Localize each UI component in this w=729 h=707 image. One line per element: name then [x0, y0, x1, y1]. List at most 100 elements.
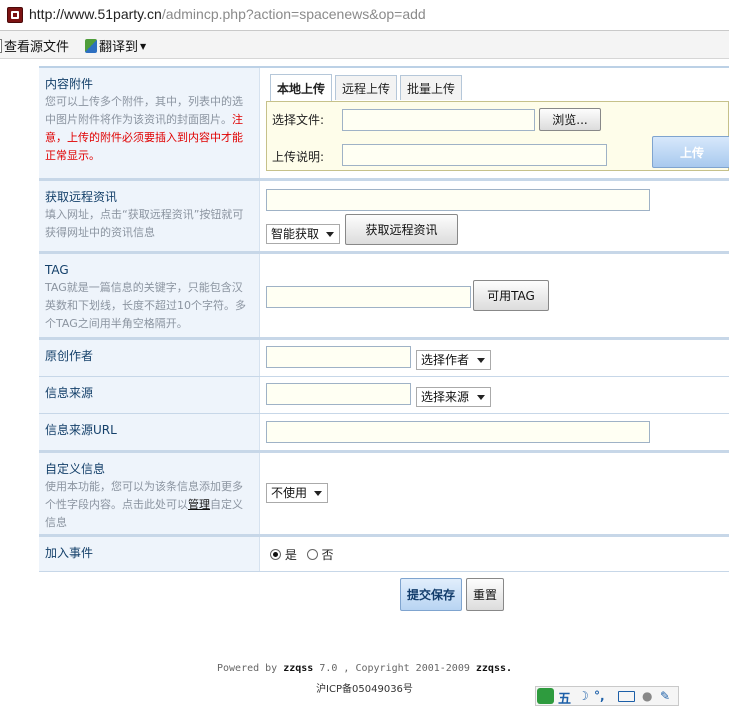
- input-mode-indicator[interactable]: 五: [558, 688, 571, 707]
- source-select-value: 选择来源: [421, 390, 470, 404]
- upload-desc-input[interactable]: [342, 144, 607, 166]
- source-url-row: 信息来源URL: [39, 414, 729, 453]
- chevron-down-icon: [326, 232, 334, 237]
- upload-panel: 选择文件: 浏览... 上传说明: 上传: [266, 101, 729, 171]
- event-value-cell: 是 否: [260, 537, 729, 571]
- document-icon: [0, 39, 2, 53]
- author-input[interactable]: [266, 346, 411, 368]
- brand-name: zzqss: [283, 663, 314, 674]
- chevron-down-icon: [314, 491, 322, 496]
- url-host: http://www.51party.cn: [29, 6, 162, 22]
- author-value-cell: 选择作者: [260, 340, 729, 376]
- remote-url-input[interactable]: [266, 189, 650, 211]
- address-bar[interactable]: http://www.51party.cn/admincp.php?action…: [0, 0, 729, 31]
- author-select-value: 选择作者: [421, 353, 470, 367]
- copyright-text: 7.0 , Copyright 2001-2009: [313, 663, 476, 674]
- source-row: 信息来源 选择来源: [39, 377, 729, 414]
- upload-desc-label: 上传说明:: [272, 150, 325, 164]
- source-select[interactable]: 选择来源: [416, 387, 491, 407]
- fetch-remote-button[interactable]: 获取远程资讯: [345, 214, 458, 245]
- site-favicon-icon: [7, 7, 23, 23]
- author-select[interactable]: 选择作者: [416, 350, 491, 370]
- source-url-input[interactable]: [266, 421, 650, 443]
- custom-info-title: 自定义信息: [45, 462, 106, 476]
- brand-name-2: zzqss.: [475, 663, 513, 674]
- available-tags-button[interactable]: 可用TAG: [473, 280, 549, 311]
- custom-info-value-cell: 不使用: [260, 453, 729, 534]
- custom-info-select[interactable]: 不使用: [266, 483, 328, 503]
- chevron-down-icon: [477, 395, 485, 400]
- attachment-title: 内容附件: [45, 77, 94, 91]
- wrench-icon[interactable]: ✎: [660, 689, 670, 703]
- source-url-value-cell: [260, 414, 729, 450]
- moon-icon[interactable]: ☽: [578, 689, 589, 703]
- punctuation-icon[interactable]: °,: [594, 689, 605, 703]
- remote-fetch-label-cell: 获取远程资讯 填入网址，点击“获取远程资讯”按钮就可获得网址中的资讯信息: [39, 181, 260, 251]
- custom-info-select-value: 不使用: [271, 486, 308, 500]
- author-title: 原创作者: [45, 349, 94, 363]
- url-field[interactable]: http://www.51party.cn/admincp.php?action…: [29, 6, 426, 22]
- author-row: 原创作者 选择作者: [39, 340, 729, 377]
- translate-button[interactable]: 翻译到 ▼: [85, 36, 146, 55]
- tag-value-cell: 可用TAG: [260, 254, 729, 337]
- remote-fetch-title: 获取远程资讯: [45, 190, 118, 204]
- custom-info-label-cell: 自定义信息 使用本功能，您可以为该条信息添加更多个性字段内容。点击此处可以管理自…: [39, 453, 260, 534]
- custom-info-help: 使用本功能，您可以为该条信息添加更多个性字段内容。点击此处可以管理自定义信息: [45, 478, 253, 532]
- powered-by-text: Powered by zzqss 7.0 , Copyright 2001-20…: [0, 663, 729, 674]
- ime-toolbar[interactable]: 五 ☽ °, ● ✎: [535, 686, 679, 707]
- source-value-cell: 选择来源: [260, 377, 729, 413]
- event-label-cell: 加入事件: [39, 537, 260, 571]
- event-yes-label: 是: [284, 548, 297, 562]
- reset-button[interactable]: 重置: [466, 578, 504, 611]
- attachment-help: 您可以上传多个附件，其中，列表中的选中图片附件将作为该资讯的封面图片。注意，上传…: [45, 93, 253, 165]
- view-source-label: 查看源文件: [4, 40, 70, 55]
- event-no-radio[interactable]: [306, 549, 318, 560]
- chevron-down-icon: ▼: [140, 42, 147, 51]
- source-input[interactable]: [266, 383, 411, 405]
- translate-label: 翻译到: [99, 40, 139, 55]
- user-icon[interactable]: ●: [642, 689, 652, 703]
- event-yes-radio[interactable]: [270, 549, 281, 560]
- submit-save-button[interactable]: 提交保存: [400, 578, 462, 611]
- source-label-cell: 信息来源: [39, 377, 260, 413]
- keyboard-icon[interactable]: [618, 691, 635, 702]
- remote-fetch-row: 获取远程资讯 填入网址，点击“获取远程资讯”按钮就可获得网址中的资讯信息 智能获…: [39, 181, 729, 254]
- sogou-logo-icon: [537, 688, 554, 704]
- fetch-mode-value: 智能获取: [271, 227, 320, 241]
- tag-input[interactable]: [266, 286, 471, 308]
- remote-fetch-value-cell: 智能获取 获取远程资讯: [260, 181, 729, 251]
- view-source-button[interactable]: 查看源文件: [0, 36, 69, 55]
- manage-custom-info-link[interactable]: 管理: [188, 498, 210, 511]
- news-form: 内容附件 您可以上传多个附件，其中，列表中的选中图片附件将作为该资讯的封面图片。…: [39, 66, 729, 572]
- custom-info-row: 自定义信息 使用本功能，您可以为该条信息添加更多个性字段内容。点击此处可以管理自…: [39, 453, 729, 537]
- attachment-label-cell: 内容附件 您可以上传多个附件，其中，列表中的选中图片附件将作为该资讯的封面图片。…: [39, 68, 260, 178]
- tag-row: TAG TAG就是一篇信息的关键字，只能包含汉英数和下划线，长度不超过10个字符…: [39, 254, 729, 340]
- source-url-label-cell: 信息来源URL: [39, 414, 260, 450]
- powered-prefix: Powered by: [216, 663, 284, 674]
- tag-label-cell: TAG TAG就是一篇信息的关键字，只能包含汉英数和下划线，长度不超过10个字符…: [39, 254, 260, 337]
- tab-local-upload[interactable]: 本地上传: [270, 74, 332, 101]
- remote-fetch-help: 填入网址，点击“获取远程资讯”按钮就可获得网址中的资讯信息: [45, 208, 244, 239]
- translate-icon: [85, 39, 97, 53]
- file-path-input[interactable]: [342, 109, 535, 131]
- event-title: 加入事件: [45, 546, 94, 560]
- attachment-help-text: 您可以上传多个附件，其中，列表中的选中图片附件将作为该资讯的封面图片。: [45, 95, 243, 126]
- event-row: 加入事件 是 否: [39, 537, 729, 572]
- chevron-down-icon: [477, 358, 485, 363]
- tag-title: TAG: [45, 263, 69, 277]
- browser-toolbar: 查看源文件 翻译到 ▼: [0, 31, 729, 59]
- author-label-cell: 原创作者: [39, 340, 260, 376]
- upload-button[interactable]: 上传: [652, 136, 729, 168]
- url-path: /admincp.php?action=spacenews&op=add: [161, 6, 426, 22]
- file-label: 选择文件:: [272, 113, 325, 127]
- event-no-label: 否: [321, 548, 334, 562]
- source-title: 信息来源: [45, 386, 94, 400]
- browse-button[interactable]: 浏览...: [539, 108, 601, 131]
- tab-remote-upload[interactable]: 远程上传: [335, 75, 397, 100]
- source-url-title: 信息来源URL: [45, 423, 117, 437]
- tag-help: TAG就是一篇信息的关键字，只能包含汉英数和下划线，长度不超过10个字符。多个T…: [45, 281, 246, 330]
- attachment-value-cell: 本地上传 远程上传 批量上传 选择文件: 浏览... 上传说明: 上传: [260, 68, 729, 178]
- attachment-row: 内容附件 您可以上传多个附件，其中，列表中的选中图片附件将作为该资讯的封面图片。…: [39, 68, 729, 181]
- tab-batch-upload[interactable]: 批量上传: [400, 75, 462, 100]
- fetch-mode-select[interactable]: 智能获取: [266, 224, 340, 244]
